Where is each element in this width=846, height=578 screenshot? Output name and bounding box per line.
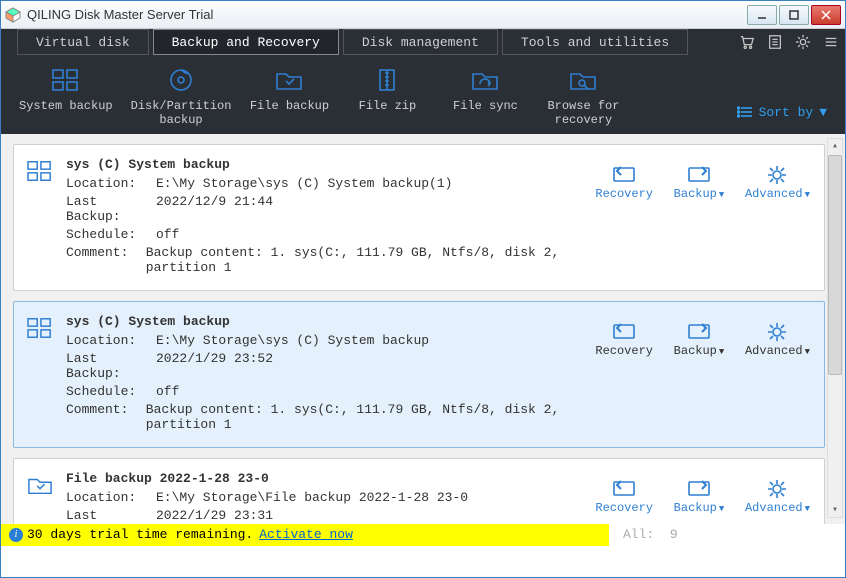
folder-icon (274, 65, 304, 95)
settings-icon[interactable] (789, 29, 817, 55)
gear-icon (764, 163, 790, 187)
backup-button[interactable]: Backup▼ (671, 320, 727, 358)
log-icon[interactable] (761, 29, 789, 55)
advanced-button[interactable]: Advanced▼ (745, 163, 810, 201)
tool-disk-partition-backup[interactable]: Disk/Partitionbackup (131, 65, 232, 128)
sort-label: Sort by (759, 105, 814, 120)
recovery-icon (611, 163, 637, 187)
system-backup-icon (26, 157, 66, 278)
top-nav: Virtual disk Backup and Recovery Disk ma… (1, 29, 845, 55)
zip-icon (372, 65, 402, 95)
scroll-thumb[interactable] (828, 155, 842, 375)
tool-label: Browse forrecovery (547, 99, 619, 128)
list-icon (737, 106, 753, 118)
job-card[interactable]: File backup 2022-1-28 23-0 Location:E:\M… (13, 458, 825, 524)
disk-icon (166, 65, 196, 95)
location-value: E:\My Storage\sys (C) System backup (156, 333, 429, 348)
job-title: sys (C) System backup (66, 157, 595, 172)
recovery-icon (611, 320, 637, 344)
scroll-down-icon[interactable]: ▾ (828, 503, 842, 517)
job-title: File backup 2022-1-28 23-0 (66, 471, 595, 486)
tab-virtual-disk[interactable]: Virtual disk (17, 29, 149, 55)
field-label: Comment: (66, 402, 146, 432)
system-backup-icon (26, 314, 66, 435)
last-backup-value: 2022/1/29 23:52 (156, 351, 273, 381)
chevron-down-icon: ▼ (819, 105, 827, 120)
tab-tools-utilities[interactable]: Tools and utilities (502, 29, 688, 55)
job-list: sys (C) System backup Location:E:\My Sto… (1, 134, 845, 524)
tool-label: File sync (453, 99, 518, 113)
count-label: All: 9 (609, 527, 678, 542)
tool-file-zip[interactable]: File zip (347, 65, 427, 113)
tool-label: File backup (250, 99, 329, 113)
advanced-button[interactable]: Advanced▼ (745, 477, 810, 515)
scroll-up-icon[interactable]: ▴ (828, 139, 842, 153)
status-bar: i 30 days trial time remaining. Activate… (1, 524, 845, 546)
tool-label: File zip (359, 99, 417, 113)
sync-folder-icon (470, 65, 500, 95)
window-title: QILING Disk Master Server Trial (27, 7, 747, 22)
field-label: Location: (66, 333, 156, 348)
job-card[interactable]: sys (C) System backup Location:E:\My Sto… (13, 301, 825, 448)
location-value: E:\My Storage\sys (C) System backup(1) (156, 176, 452, 191)
field-label: Schedule: (66, 384, 156, 399)
gear-icon (764, 477, 790, 501)
field-label: Location: (66, 490, 156, 505)
info-icon: i (9, 528, 23, 542)
cart-icon[interactable] (733, 29, 761, 55)
minimize-button[interactable] (747, 5, 777, 25)
activate-link[interactable]: Activate now (259, 527, 353, 542)
field-label: Comment: (66, 245, 146, 275)
tab-disk-management[interactable]: Disk management (343, 29, 498, 55)
gear-icon (764, 320, 790, 344)
sort-by-button[interactable]: Sort by ▼ (737, 105, 827, 120)
field-label: Last Backup: (66, 194, 156, 224)
menu-icon[interactable] (817, 29, 845, 55)
backup-button[interactable]: Backup▼ (671, 163, 727, 201)
tool-browse-recovery[interactable]: Browse forrecovery (543, 65, 623, 128)
field-label: Last Backup: (66, 508, 156, 524)
recovery-button[interactable]: Recovery (595, 163, 653, 201)
file-backup-icon (26, 471, 66, 524)
tab-backup-recovery[interactable]: Backup and Recovery (153, 29, 339, 55)
search-folder-icon (568, 65, 598, 95)
grid-icon (51, 65, 81, 95)
recovery-button[interactable]: Recovery (595, 477, 653, 515)
comment-value: Backup content: 1. sys(C:, 111.79 GB, Nt… (146, 402, 596, 432)
comment-value: Backup content: 1. sys(C:, 111.79 GB, Nt… (146, 245, 596, 275)
tool-label: System backup (19, 99, 113, 113)
toolbar: System backup Disk/Partitionbackup File … (1, 55, 845, 134)
trial-text: 30 days trial time remaining. (27, 527, 253, 542)
recovery-button[interactable]: Recovery (595, 320, 653, 358)
location-value: E:\My Storage\File backup 2022-1-28 23-0 (156, 490, 468, 505)
backup-button[interactable]: Backup▼ (671, 477, 727, 515)
trial-banner: i 30 days trial time remaining. Activate… (1, 524, 609, 546)
field-label: Location: (66, 176, 156, 191)
close-button[interactable] (811, 5, 841, 25)
scrollbar[interactable]: ▴ ▾ (827, 138, 843, 518)
backup-icon (686, 163, 712, 187)
recovery-icon (611, 477, 637, 501)
tool-label: Disk/Partitionbackup (131, 99, 232, 128)
schedule-value: off (156, 384, 179, 399)
backup-icon (686, 477, 712, 501)
field-label: Last Backup: (66, 351, 156, 381)
app-icon (5, 7, 21, 23)
job-title: sys (C) System backup (66, 314, 595, 329)
tool-file-backup[interactable]: File backup (249, 65, 329, 113)
last-backup-value: 2022/12/9 21:44 (156, 194, 273, 224)
job-card[interactable]: sys (C) System backup Location:E:\My Sto… (13, 144, 825, 291)
advanced-button[interactable]: Advanced▼ (745, 320, 810, 358)
last-backup-value: 2022/1/29 23:31 (156, 508, 273, 524)
maximize-button[interactable] (779, 5, 809, 25)
tool-system-backup[interactable]: System backup (19, 65, 113, 113)
schedule-value: off (156, 227, 179, 242)
tool-file-sync[interactable]: File sync (445, 65, 525, 113)
field-label: Schedule: (66, 227, 156, 242)
backup-icon (686, 320, 712, 344)
title-bar: QILING Disk Master Server Trial (1, 1, 845, 29)
